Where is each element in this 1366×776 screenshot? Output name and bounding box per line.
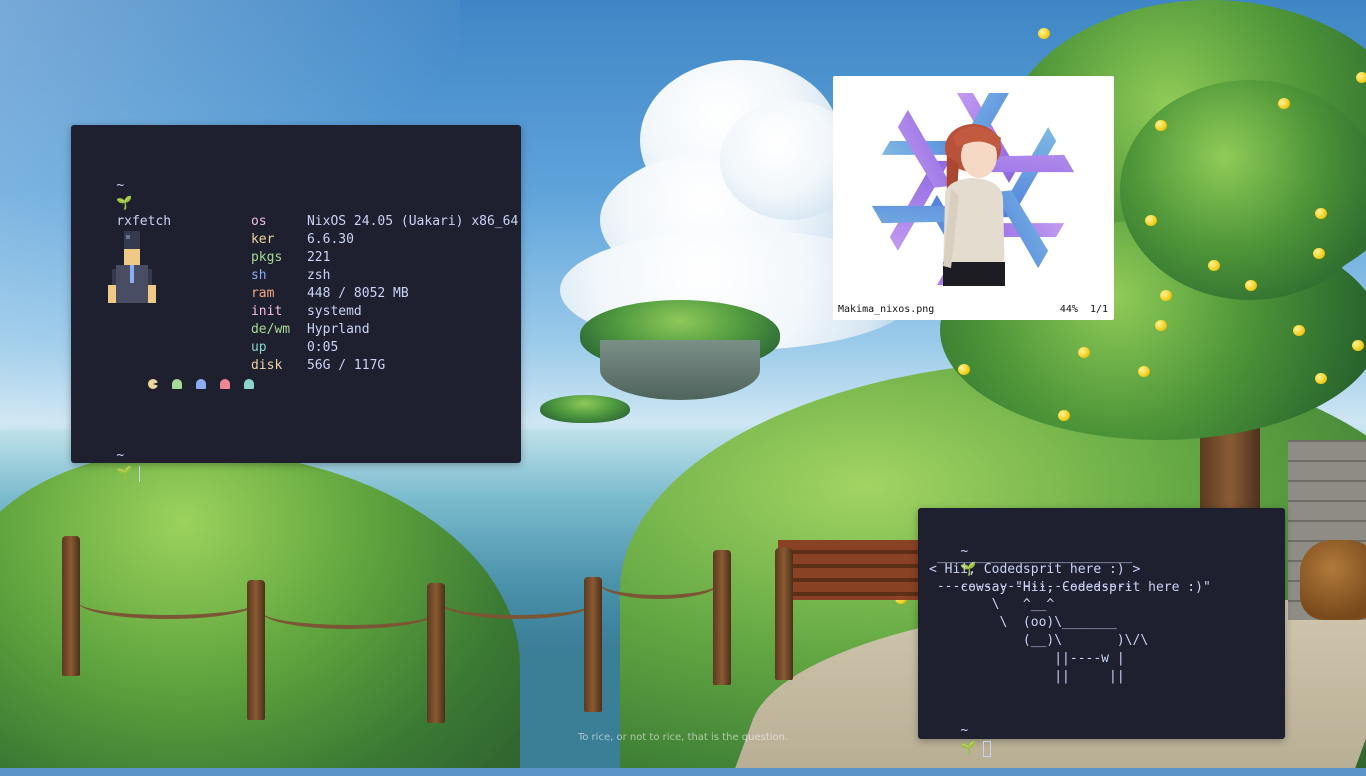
fruit [1160,290,1172,301]
fence-rope [598,565,720,599]
pixel-avatar-icon [108,231,156,303]
cowsay-line: \ ^__^ [929,597,1055,612]
info-label: disk [250,358,283,373]
fruit [1138,366,1150,377]
anime-character [943,124,1005,286]
fruit [1145,215,1157,226]
fence-post [427,583,445,723]
info-value: 56G / 117G [306,358,386,373]
cowsay-line: || || [929,669,1125,684]
fruit [1058,410,1070,421]
fence-post [584,577,602,712]
fruit [1315,373,1327,384]
fruit [958,364,970,375]
pacman-icon [148,379,159,389]
nixos-snowflake-artwork [871,93,1075,286]
fruit [1313,248,1325,259]
zoom-level: 44% [1059,304,1078,315]
prompt-line[interactable]: ~ 🌱 [85,429,140,501]
fruit [1315,208,1327,219]
sprout-icon: 🌱 [960,741,977,756]
color-palette-row [148,379,268,391]
floating-island [540,395,630,423]
ghost-icon [172,379,182,389]
fence-post [775,548,793,680]
ghost-icon [220,379,230,389]
tree-canopy [1120,80,1366,300]
fence-rope [440,585,595,619]
terminal-window-fetch[interactable]: ~ 🌱 rxfetch os NixOS 24.05 (Uakari) x86_6… [71,125,521,482]
prompt-tilde: ~ [960,723,969,738]
honey-pot [1300,540,1366,620]
fruit [1356,72,1366,83]
image-viewer-window[interactable]: Makima_nixos.png 44% 1/1 [833,76,1114,320]
fruit [1078,347,1090,358]
prompt-line[interactable]: ~ 🌱 [929,704,991,776]
cowsay-line: \ (oo)\_______ [929,615,1117,630]
command-text: rxfetch [116,214,172,229]
sprout-icon: 🌱 [116,466,133,481]
image-filename: Makima_nixos.png [838,304,935,315]
image-index: 1/1 [1089,304,1108,315]
fruit [1155,320,1167,331]
cowsay-line: ------------------------- [929,579,1133,594]
fence-rope [262,595,437,629]
fruit [1278,98,1290,109]
bench [778,540,928,600]
block-cursor [982,740,991,757]
viewer-status-bar: Makima_nixos.png 44% 1/1 [833,302,1114,320]
fruit [1208,260,1220,271]
cowsay-line: < Hii, Codedsprit here :) > [929,562,1141,577]
fence-post [62,536,80,676]
prompt-tilde: ~ [116,178,125,193]
ghost-icon [196,379,206,389]
ghost-icon [244,379,254,389]
terminal-window-cowsay[interactable]: ~ 🌱 cowsay "Hii, Codedsprit here :)" ___… [918,508,1285,757]
fence-post [247,580,265,720]
fruit [1352,340,1364,351]
cowsay-line: (__)\ )\/\ [929,633,1149,648]
prompt-tilde: ~ [116,448,125,463]
zoom-and-index: 44% 1/1 [1060,304,1108,315]
floating-island-rock [600,340,760,400]
fruit [1245,280,1257,291]
fruit [1155,120,1167,131]
sprout-icon: 🌱 [116,196,133,211]
fence-rope [78,585,258,619]
cowsay-line: ||----w | [929,651,1125,666]
fruit [1038,28,1050,39]
text-cursor [138,465,140,482]
fence-post [713,550,731,685]
fruit [1293,325,1305,336]
